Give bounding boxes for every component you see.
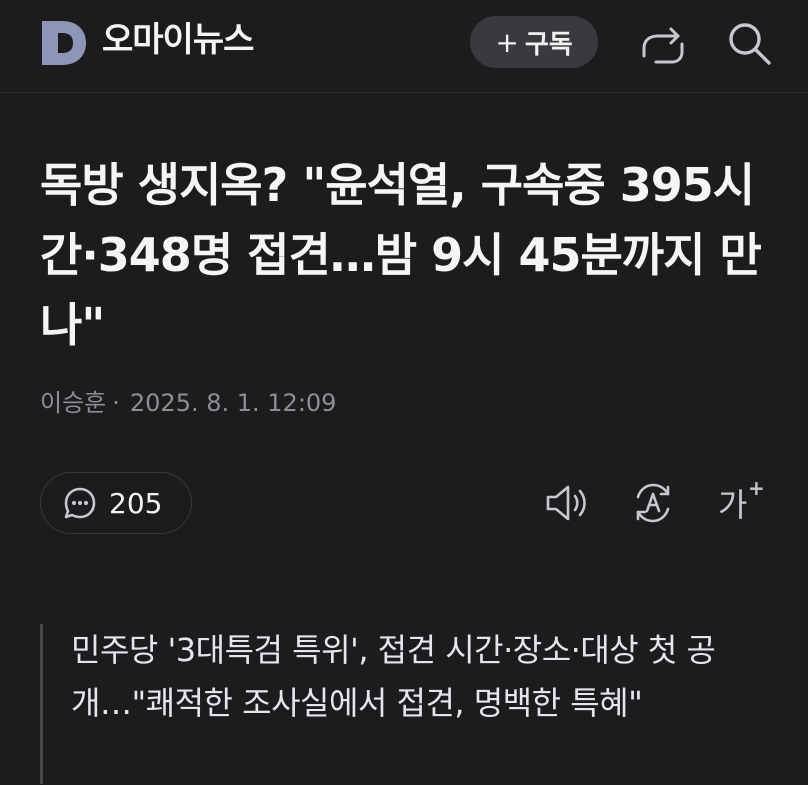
byline-separator: · — [112, 389, 120, 417]
author-name[interactable]: 이승훈 — [40, 389, 106, 417]
article-byline: 이승훈 · 2025. 8. 1. 12:09 — [40, 386, 336, 420]
article-title: 독방 생지옥? "윤석열, 구속중 395시간·348명 접견…밤 9시 45분… — [40, 158, 762, 352]
comments-button[interactable]: 205 — [40, 472, 192, 534]
speaker-icon[interactable] — [544, 480, 590, 526]
comment-icon — [64, 487, 96, 519]
app-header: 오마이뉴스 + 구독 — [0, 0, 808, 93]
subscribe-label: 구독 — [524, 29, 573, 60]
publish-datetime: 2025. 8. 1. 12:09 — [129, 389, 337, 417]
subscribe-button[interactable]: + 구독 — [470, 16, 598, 68]
translate-icon[interactable] — [630, 480, 676, 526]
font-size-icon[interactable]: 가 — [718, 482, 747, 528]
share-icon[interactable] — [640, 20, 686, 66]
search-icon[interactable] — [726, 20, 772, 66]
comment-count: 205 — [109, 486, 163, 520]
summary-text: 민주당 '3대특검 특위', 접견 시간·장소·대상 첫 공개…"쾌적한 조사실… — [71, 631, 716, 722]
brand-name[interactable]: 오마이뉴스 — [102, 16, 254, 64]
brand-logo-icon[interactable] — [40, 19, 88, 67]
font-size-plus: + — [748, 476, 765, 500]
plus-icon: + — [495, 25, 519, 59]
article-summary: 민주당 '3대특검 특위', 접견 시간·장소·대상 첫 공개…"쾌적한 조사실… — [40, 624, 780, 784]
